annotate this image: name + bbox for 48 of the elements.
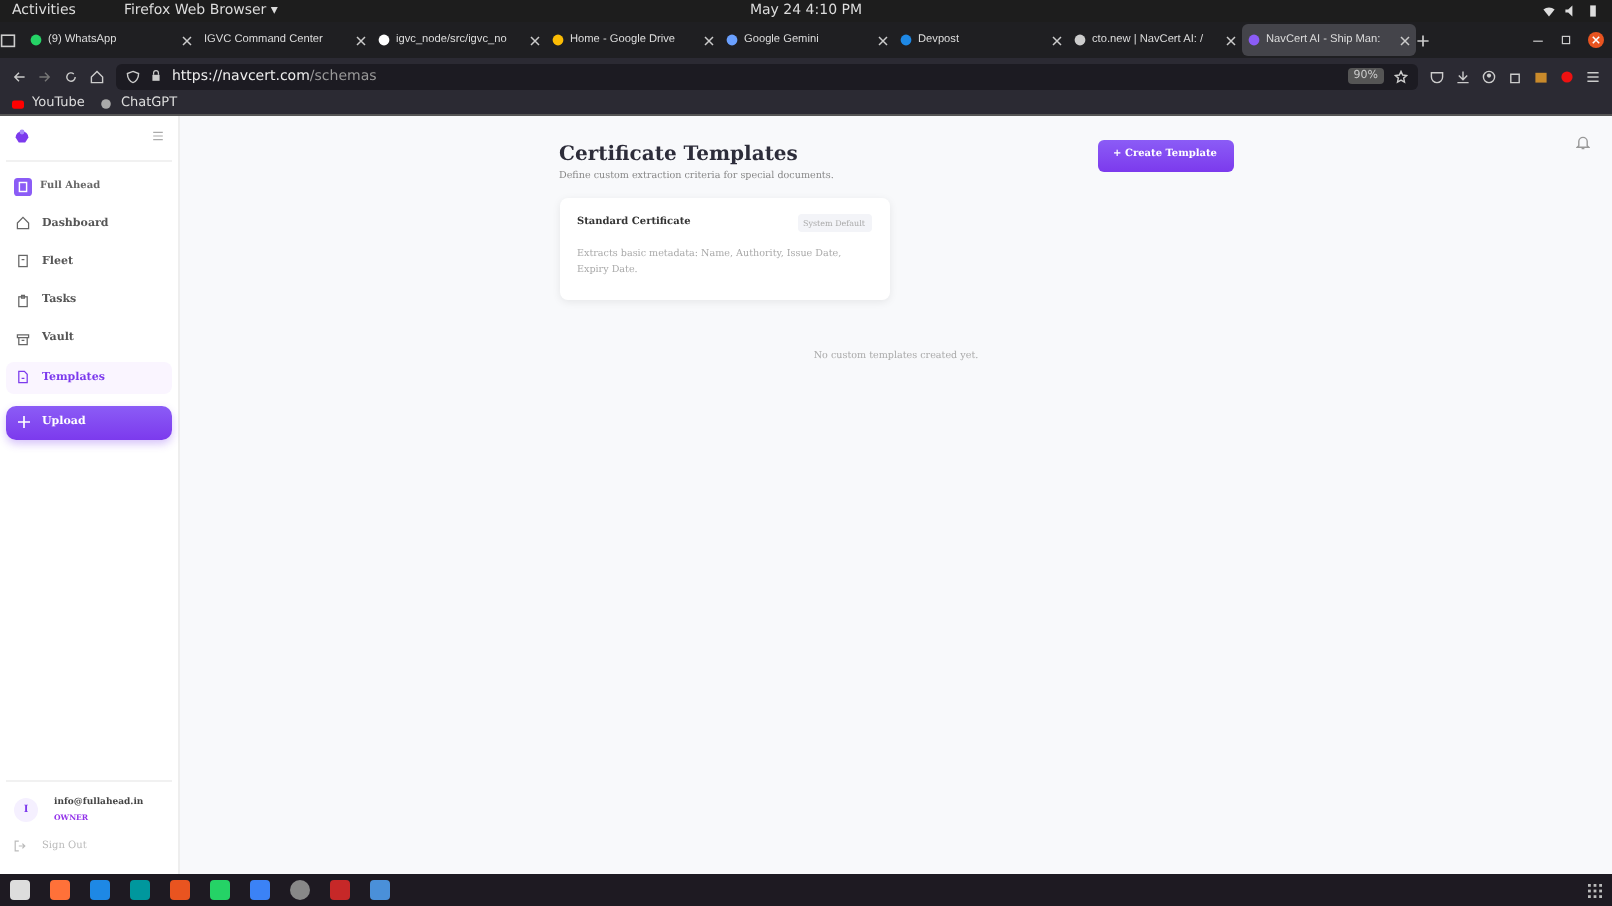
close-icon[interactable] xyxy=(1226,35,1236,45)
tab-overview-icon[interactable] xyxy=(0,32,16,48)
page-title: Certificate Templates xyxy=(559,142,800,170)
close-icon[interactable] xyxy=(1588,32,1604,48)
logo-icon xyxy=(100,98,113,110)
maximize-icon[interactable] xyxy=(1560,34,1572,46)
download-icon[interactable] xyxy=(1456,69,1470,83)
network-icon xyxy=(1542,4,1556,18)
back-icon[interactable] xyxy=(12,69,26,83)
home-icon[interactable] xyxy=(90,69,104,83)
sign-out-icon xyxy=(14,840,26,853)
close-icon[interactable] xyxy=(356,35,366,45)
notification-icon[interactable] xyxy=(1576,136,1590,150)
plus-icon xyxy=(18,416,30,429)
lock-icon xyxy=(150,70,162,82)
battery-icon xyxy=(1586,4,1600,18)
close-icon[interactable] xyxy=(704,35,714,45)
account-icon[interactable] xyxy=(1482,69,1496,83)
close-icon[interactable] xyxy=(1400,35,1410,45)
pocket-icon[interactable] xyxy=(1430,69,1444,83)
favicon-icon xyxy=(552,34,564,46)
favicon-icon xyxy=(30,34,42,46)
archive-icon xyxy=(16,331,30,346)
menu-icon[interactable] xyxy=(1586,69,1600,83)
volume-icon xyxy=(1564,4,1578,18)
close-icon[interactable] xyxy=(1052,35,1062,45)
favicon-icon xyxy=(900,34,912,46)
app-icon[interactable] xyxy=(250,880,270,900)
favicon-icon xyxy=(726,34,738,46)
shield-icon xyxy=(126,69,140,83)
app-icon[interactable] xyxy=(130,880,150,900)
clipboard-icon xyxy=(16,293,30,308)
disc-icon[interactable] xyxy=(290,880,310,900)
extensions-icon[interactable] xyxy=(1508,69,1522,83)
favicon-icon xyxy=(1074,34,1086,46)
forward-icon[interactable] xyxy=(38,69,52,83)
bookmark-star-icon[interactable] xyxy=(1394,69,1408,83)
favicon-icon xyxy=(378,34,390,46)
favicon-icon xyxy=(1248,34,1260,46)
close-icon[interactable] xyxy=(530,35,540,45)
home-icon xyxy=(16,216,30,231)
logo-icon xyxy=(14,128,30,144)
app-grid-icon[interactable] xyxy=(1588,883,1602,897)
organization-icon xyxy=(14,178,32,196)
close-icon[interactable] xyxy=(878,35,888,45)
new-tab-icon[interactable] xyxy=(1416,33,1430,47)
close-icon[interactable] xyxy=(182,35,192,45)
reload-icon[interactable] xyxy=(64,69,78,83)
